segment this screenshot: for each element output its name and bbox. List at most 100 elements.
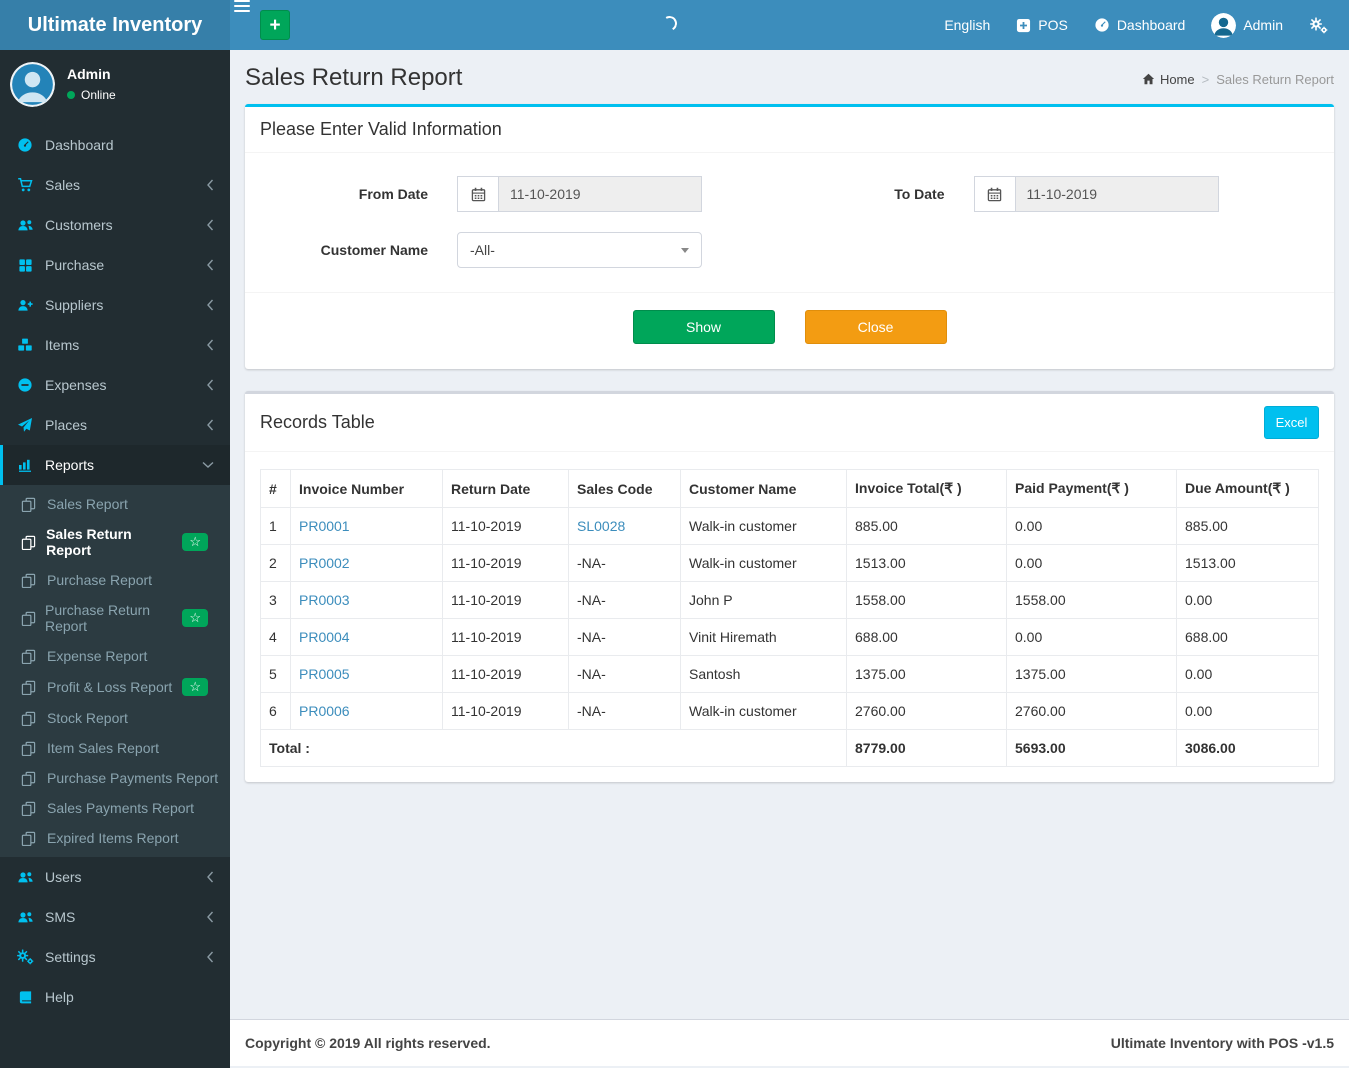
submenu-item-sales-payments-report[interactable]: Sales Payments Report (0, 793, 230, 823)
invoice-link[interactable]: PR0006 (299, 703, 350, 719)
table-row: 5 PR0005 11-10-2019 -NA- Santosh 1375.00… (260, 655, 1319, 693)
table-row: 1 PR0001 11-10-2019 SL0028 Walk-in custo… (260, 507, 1319, 545)
sidebar-item-settings[interactable]: Settings (0, 937, 230, 977)
submenu-item-purchase-return-report[interactable]: Purchase Return Report ☆ (0, 595, 230, 641)
users-icon (15, 869, 35, 885)
language-menu[interactable]: English (931, 0, 1003, 50)
page-title: Sales Return Report (245, 64, 463, 91)
submenu-item-profit-loss-report[interactable]: Profit & Loss Report ☆ (0, 671, 230, 703)
chevron-left-icon (206, 379, 214, 391)
invoice-link[interactable]: PR0004 (299, 629, 350, 645)
quick-add-button[interactable]: + (260, 10, 290, 40)
user-label: Admin (1243, 17, 1283, 33)
table-row: 2 PR0002 11-10-2019 -NA- Walk-in custome… (260, 544, 1319, 582)
invoice-link[interactable]: PR0001 (299, 518, 350, 534)
top-navbar: Ultimate Inventory + English POS Dashboa… (0, 0, 1349, 50)
records-panel: Records Table Excel # Invoice Number Ret… (245, 391, 1334, 782)
sidebar-item-items[interactable]: Items (0, 325, 230, 365)
total-paid-amount: 5693.00 (1006, 729, 1177, 767)
submenu-item-purchase-payments-report[interactable]: Purchase Payments Report (0, 763, 230, 793)
table-row: 6 PR0006 11-10-2019 -NA- Walk-in custome… (260, 692, 1319, 730)
sidebar-item-help[interactable]: Help (0, 977, 230, 1017)
records-panel-title: Records Table (260, 412, 375, 432)
submenu-item-sales-report[interactable]: Sales Report (0, 489, 230, 519)
col-header-paid-payment: Paid Payment(₹ ) (1006, 469, 1177, 508)
close-button[interactable]: Close (804, 310, 947, 344)
users-icon (15, 217, 35, 233)
footer-copyright: Copyright © 2019 All rights reserved. (245, 1035, 491, 1051)
col-header-sales-code: Sales Code (568, 469, 681, 508)
col-header-invoice-total: Invoice Total(₹ ) (846, 469, 1007, 508)
sidebar-menu: Dashboard Sales Customers Purchase Suppl… (0, 125, 230, 1017)
calendar-icon[interactable] (973, 176, 1015, 212)
filter-panel-header: Please Enter Valid Information (245, 107, 1334, 153)
submenu-item-purchase-report[interactable]: Purchase Report (0, 565, 230, 595)
sidebar-item-expenses[interactable]: Expenses (0, 365, 230, 405)
sidebar-user-avatar (10, 62, 55, 107)
star-badge[interactable]: ☆ (182, 609, 208, 627)
show-button[interactable]: Show (632, 310, 775, 344)
sidebar-item-customers[interactable]: Customers (0, 205, 230, 245)
to-date-group: To Date (795, 176, 1320, 212)
to-date-input[interactable] (1014, 176, 1219, 212)
table-row: 4 PR0004 11-10-2019 -NA- Vinit Hiremath … (260, 618, 1319, 656)
language-label: English (944, 17, 991, 33)
sidebar-toggle-button[interactable] (230, 0, 254, 50)
user-avatar-icon (1211, 12, 1237, 38)
customer-name-select[interactable]: -All- (457, 232, 702, 268)
cart-icon (15, 177, 35, 193)
chevron-left-icon (206, 259, 214, 271)
settings-gears-button[interactable] (1296, 0, 1341, 50)
pos-icon (1016, 18, 1031, 33)
records-panel-header: Records Table Excel (245, 394, 1334, 452)
excel-export-button[interactable]: Excel (1264, 406, 1319, 439)
table-row: 3 PR0003 11-10-2019 -NA- John P 1558.00 … (260, 581, 1319, 619)
sidebar-item-reports[interactable]: Reports (0, 445, 230, 485)
copy-icon (21, 573, 38, 588)
submenu-item-stock-report[interactable]: Stock Report (0, 703, 230, 733)
chevron-left-icon (206, 419, 214, 431)
brand-logo[interactable]: Ultimate Inventory (0, 0, 230, 50)
to-date-label: To Date (894, 186, 945, 202)
footer: Copyright © 2019 All rights reserved. Ul… (230, 1019, 1349, 1066)
user-plus-icon (15, 297, 35, 313)
copy-icon (21, 831, 38, 846)
sidebar: Admin Online Dashboard Sales Customers P… (0, 50, 230, 1068)
pos-link[interactable]: POS (1003, 0, 1081, 50)
submenu-item-item-sales-report[interactable]: Item Sales Report (0, 733, 230, 763)
sidebar-user-status[interactable]: Online (67, 88, 116, 102)
breadcrumb-home-link[interactable]: Home (1142, 72, 1195, 87)
invoice-link[interactable]: PR0005 (299, 666, 350, 682)
submenu-item-sales-return-report[interactable]: Sales Return Report ☆ (0, 519, 230, 565)
sidebar-item-suppliers[interactable]: Suppliers (0, 285, 230, 325)
online-status-label: Online (81, 88, 116, 102)
copy-icon (21, 535, 37, 550)
submenu-item-expense-report[interactable]: Expense Report (0, 641, 230, 671)
sidebar-item-places[interactable]: Places (0, 405, 230, 445)
col-header-return-date: Return Date (442, 469, 569, 508)
chevron-left-icon (206, 911, 214, 923)
sidebar-item-sales[interactable]: Sales (0, 165, 230, 205)
sales-code-link[interactable]: SL0028 (577, 518, 625, 534)
sidebar-item-purchase[interactable]: Purchase (0, 245, 230, 285)
star-badge[interactable]: ☆ (182, 533, 208, 551)
dashboard-icon (1094, 17, 1110, 33)
dashboard-link[interactable]: Dashboard (1081, 0, 1199, 50)
star-badge[interactable]: ☆ (182, 678, 208, 696)
submenu-item-expired-items-report[interactable]: Expired Items Report (0, 823, 230, 853)
from-date-group: From Date (260, 176, 785, 212)
copy-icon (21, 741, 38, 756)
sidebar-item-dashboard[interactable]: Dashboard (0, 125, 230, 165)
from-date-input[interactable] (498, 176, 702, 212)
navbar: + English POS Dashboard Admin (230, 0, 1349, 50)
pos-label: POS (1038, 17, 1068, 33)
sidebar-item-sms[interactable]: SMS (0, 897, 230, 937)
dashboard-icon (15, 137, 35, 153)
invoice-link[interactable]: PR0002 (299, 555, 350, 571)
customer-name-selected-value: -All- (470, 242, 495, 258)
user-menu[interactable]: Admin (1198, 0, 1296, 50)
sidebar-item-users[interactable]: Users (0, 857, 230, 897)
calendar-icon[interactable] (457, 176, 498, 212)
from-date-label: From Date (358, 186, 428, 202)
invoice-link[interactable]: PR0003 (299, 592, 350, 608)
